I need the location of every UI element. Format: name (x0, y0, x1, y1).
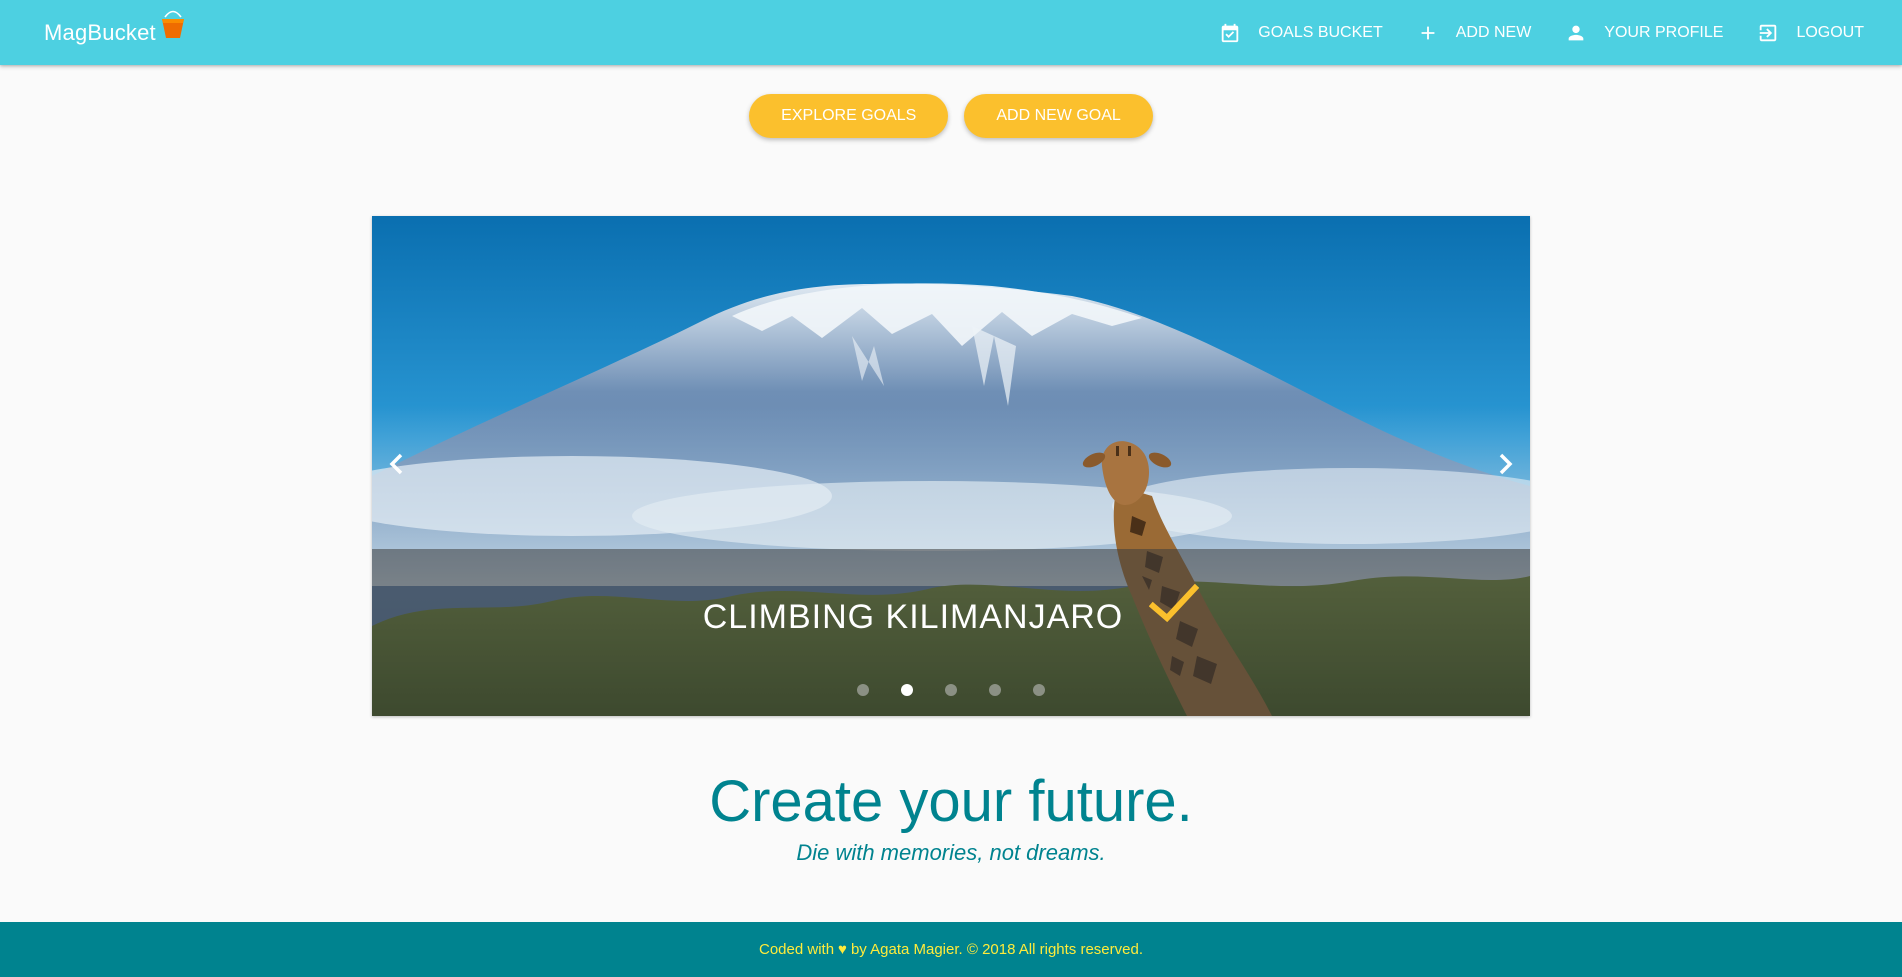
calendar-check-icon (1219, 22, 1241, 44)
nav-add-new[interactable]: ADD NEW (1417, 22, 1532, 44)
carousel-dot-1[interactable] (857, 684, 869, 696)
slide-caption: CLIMBING KILIMANJARO (372, 583, 1530, 637)
heart-icon: ♥ (838, 941, 847, 958)
chevron-left-icon (389, 453, 403, 475)
nav-logout-label: LOGOUT (1796, 23, 1864, 41)
add-new-goal-button[interactable]: ADD NEW GOAL (964, 94, 1153, 138)
nav-add-new-label: ADD NEW (1455, 23, 1532, 41)
carousel-prev-button[interactable] (382, 449, 412, 479)
carousel-dot-2[interactable] (901, 684, 913, 696)
brand-logo[interactable]: MagBucket (44, 10, 186, 46)
carousel-next-button[interactable] (1490, 449, 1520, 479)
page-footer: Coded with ♥ by Agata Magier. © 2018 All… (0, 922, 1902, 977)
nav-logout[interactable]: LOGOUT (1757, 22, 1864, 44)
slide-caption-text: CLIMBING KILIMANJARO (702, 598, 1124, 636)
explore-goals-button[interactable]: EXPLORE GOALS (749, 94, 949, 138)
nav-goals-bucket[interactable]: GOALS BUCKET (1219, 22, 1383, 44)
chevron-right-icon (1499, 453, 1513, 475)
carousel-dot-5[interactable] (1033, 684, 1045, 696)
carousel-dot-3[interactable] (945, 684, 957, 696)
action-buttons: EXPLORE GOALS ADD NEW GOAL (0, 94, 1902, 138)
page-subheadline: Die with memories, not dreams. (796, 840, 1106, 865)
footer-copyright: by Agata Magier. © 2018 All rights reser… (850, 941, 1143, 958)
page-headline: Create your future. (709, 769, 1193, 834)
brand-name: MagBucket (44, 20, 156, 45)
top-navbar: MagBucket GOALS BUCKET ADD NEW YOUR PROF… (0, 0, 1902, 65)
plus-icon (1417, 22, 1439, 44)
check-icon (1149, 583, 1200, 633)
nav-your-profile[interactable]: YOUR PROFILE (1565, 22, 1723, 44)
footer-prefix: Coded with (759, 941, 835, 958)
nav-your-profile-label: YOUR PROFILE (1604, 23, 1724, 41)
carousel-indicators (372, 684, 1530, 696)
nav-goals-bucket-label: GOALS BUCKET (1258, 23, 1383, 41)
exit-icon (1757, 22, 1779, 44)
goals-carousel: CLIMBING KILIMANJARO (372, 216, 1530, 716)
carousel-dot-4[interactable] (989, 684, 1001, 696)
bucket-icon (160, 8, 186, 46)
person-icon (1565, 22, 1587, 44)
nav-links: GOALS BUCKET ADD NEW YOUR PROFILE LOGOUT (1185, 0, 1864, 65)
